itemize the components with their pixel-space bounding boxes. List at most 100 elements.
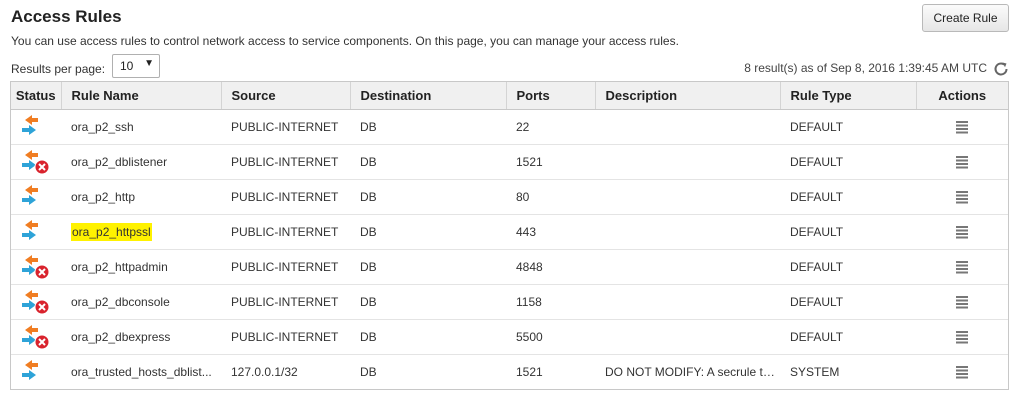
destination-cell: DB <box>360 364 377 379</box>
destination-cell: DB <box>350 144 506 180</box>
ports-cell: 443 <box>506 214 595 250</box>
actions-cell <box>916 319 1008 355</box>
rule-name: ora_p2_dbconsole <box>71 294 170 309</box>
actions-cell <box>916 284 1008 320</box>
actions-cell <box>916 144 1008 180</box>
status-cell <box>11 109 61 145</box>
column-header-description[interactable]: Description <box>595 82 781 110</box>
hamburger-menu-icon[interactable] <box>955 190 969 204</box>
hamburger-menu-icon[interactable] <box>955 155 969 169</box>
table-row[interactable]: ora_trusted_hosts_dblist... 127.0.0.1/32 D… <box>11 354 1008 389</box>
rule-name-cell: ora_p2_dbexpress <box>61 319 221 355</box>
rule-name-cell: ora_p2_dblistener <box>61 144 221 180</box>
rule-type-cell: DEFAULT <box>780 109 916 145</box>
ports-cell: 4848 <box>506 249 595 285</box>
create-rule-button[interactable]: Create Rule <box>922 4 1009 32</box>
ports-cell: 22 <box>506 109 595 145</box>
description-cell: DO NOT MODIFY: A secrule to ... <box>605 364 780 379</box>
rule-name: ora_p2_httpssl <box>71 222 152 241</box>
hamburger-menu-icon[interactable] <box>955 365 969 379</box>
source-cell: PUBLIC-INTERNET <box>221 144 350 180</box>
results-per-page-value: 10 <box>120 59 134 73</box>
status-cell <box>11 249 61 285</box>
arrows-exchange-disabled-icon <box>21 288 51 316</box>
ports-cell: 1521 <box>516 364 543 379</box>
actions-cell <box>916 354 1008 389</box>
rule-type-cell: DEFAULT <box>780 179 916 215</box>
column-header-rule-name[interactable]: Rule Name <box>61 82 222 110</box>
rule-name-cell: ora_p2_http <box>61 179 221 215</box>
results-per-page-select[interactable]: 10 ▼ <box>112 54 160 78</box>
destination-cell: DB <box>350 319 506 355</box>
rule-type-cell: SYSTEM <box>790 364 840 379</box>
access-rules-table: Status Rule Name Source Destination Port… <box>10 81 1009 390</box>
actions-cell <box>916 179 1008 215</box>
table-row[interactable]: ora_p2_httpssl PUBLIC-INTERNET DB 443 DEFAUL… <box>11 214 1008 250</box>
ports-cell: 1158 <box>506 284 595 320</box>
ports-cell: 80 <box>506 179 595 215</box>
destination-cell: DB <box>350 284 506 320</box>
arrows-exchange-disabled-icon <box>21 253 51 281</box>
source-cell: PUBLIC-INTERNET <box>221 249 350 285</box>
hamburger-menu-icon[interactable] <box>955 330 969 344</box>
status-cell <box>11 354 61 389</box>
rule-name: ora_p2_ssh <box>71 119 134 134</box>
source-cell: PUBLIC-INTERNET <box>221 319 350 355</box>
description-cell <box>595 249 780 285</box>
column-header-status[interactable]: Status <box>11 82 62 110</box>
description-cell <box>595 109 780 145</box>
rule-name-cell: ora_p2_httpssl <box>61 214 221 250</box>
source-cell: PUBLIC-INTERNET <box>221 284 350 320</box>
results-per-page-label: Results per page: <box>11 62 106 76</box>
rule-name: ora_p2_dblistener <box>71 154 168 169</box>
arrows-exchange-icon <box>21 113 51 141</box>
rule-name-cell: ora_p2_ssh <box>61 109 221 145</box>
rule-type-cell: DEFAULT <box>780 214 916 250</box>
description-cell <box>595 214 780 250</box>
table-row[interactable]: ora_p2_dbexpress PUBLIC-INTERNET DB 5500 DEF… <box>11 319 1008 355</box>
arrows-exchange-icon <box>21 183 51 211</box>
rule-type-cell: DEFAULT <box>780 144 916 180</box>
table-row[interactable]: ora_p2_httpadmin PUBLIC-INTERNET DB 4848 DEF… <box>11 249 1008 285</box>
description-cell <box>595 144 780 180</box>
page-title: Access Rules <box>11 7 122 26</box>
column-header-rule-type[interactable]: Rule Type <box>780 82 917 110</box>
column-header-ports[interactable]: Ports <box>506 82 596 110</box>
destination-cell: DB <box>350 109 506 145</box>
rule-name-cell: ora_p2_dbconsole <box>61 284 221 320</box>
arrows-exchange-icon <box>21 218 51 246</box>
rule-name: ora_trusted_hosts_dblist... <box>71 364 212 379</box>
hamburger-menu-icon[interactable] <box>955 295 969 309</box>
column-header-actions: Actions <box>916 82 1008 110</box>
rule-type-cell: DEFAULT <box>780 284 916 320</box>
status-cell <box>11 179 61 215</box>
source-cell: PUBLIC-INTERNET <box>221 179 350 215</box>
column-header-destination[interactable]: Destination <box>350 82 507 110</box>
results-info: 8 result(s) as of Sep 8, 2016 1:39:45 AM… <box>744 61 987 75</box>
status-cell <box>11 144 61 180</box>
table-row[interactable]: ora_p2_http PUBLIC-INTERNET DB 80 DEFAULT <box>11 179 1008 215</box>
arrows-exchange-icon <box>21 358 51 386</box>
hamburger-menu-icon[interactable] <box>955 225 969 239</box>
table-header-row: Status Rule Name Source Destination Port… <box>11 82 1008 110</box>
rule-name-cell: ora_p2_httpadmin <box>61 249 221 285</box>
hamburger-menu-icon[interactable] <box>955 260 969 274</box>
hamburger-menu-icon[interactable] <box>955 120 969 134</box>
rule-type-cell: DEFAULT <box>780 249 916 285</box>
actions-cell <box>916 109 1008 145</box>
rule-name-cell: ora_trusted_hosts_dblist... <box>61 354 221 389</box>
arrows-exchange-disabled-icon <box>21 323 51 351</box>
table-row[interactable]: ora_p2_dbconsole PUBLIC-INTERNET DB 1158 DEF… <box>11 284 1008 320</box>
column-header-source[interactable]: Source <box>221 82 351 110</box>
table-row[interactable]: ora_p2_dblistener PUBLIC-INTERNET DB 1521 DE… <box>11 144 1008 180</box>
table-row[interactable]: ora_p2_ssh PUBLIC-INTERNET DB 22 DEFAULT <box>11 109 1008 145</box>
rule-name: ora_p2_httpadmin <box>71 259 168 274</box>
status-cell <box>11 284 61 320</box>
page-description: You can use access rules to control netw… <box>11 34 679 48</box>
destination-cell: DB <box>350 214 506 250</box>
source-cell: 127.0.0.1/32 <box>231 364 298 379</box>
rule-name: ora_p2_dbexpress <box>71 329 171 344</box>
source-cell: PUBLIC-INTERNET <box>221 109 350 145</box>
refresh-icon[interactable] <box>992 60 1010 78</box>
status-cell <box>11 319 61 355</box>
